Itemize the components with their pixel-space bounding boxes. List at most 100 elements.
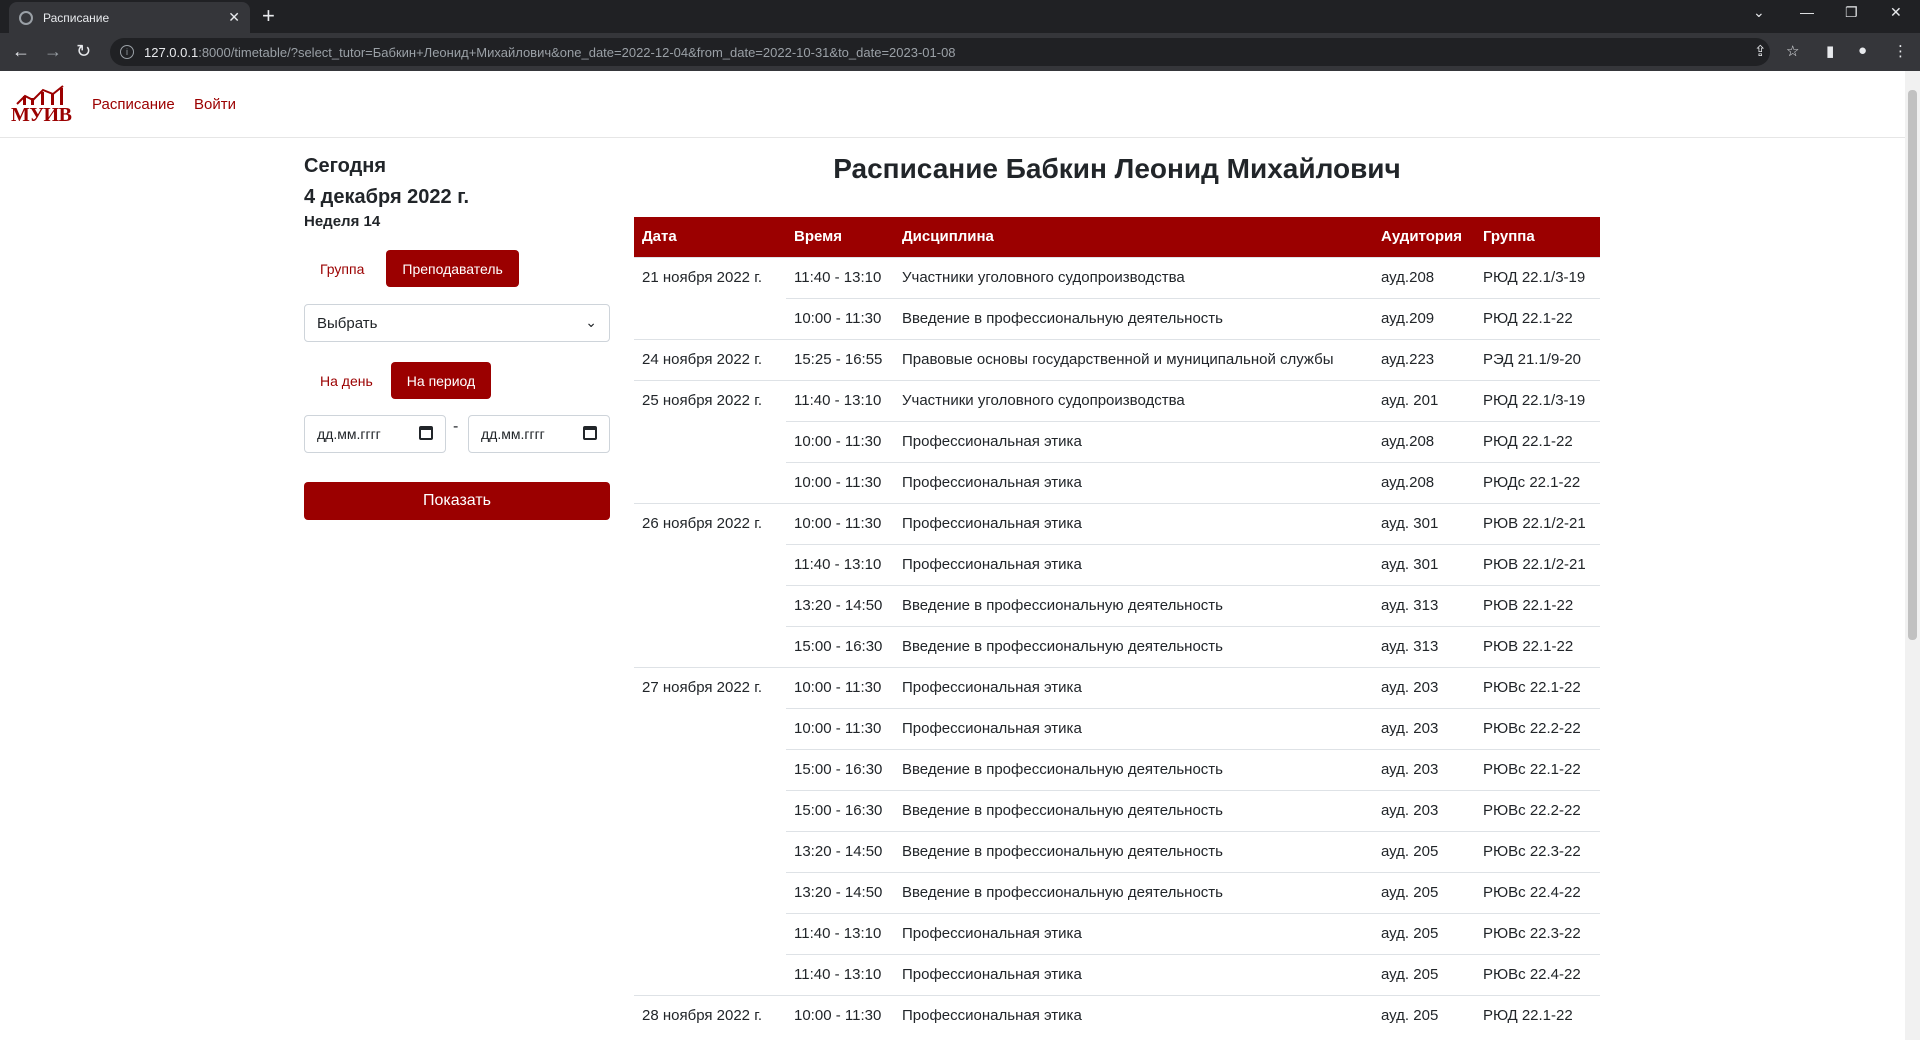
cell-time: 10:00 - 11:30 [786, 420, 894, 462]
cell-group: РЮД 22.1-22 [1475, 297, 1600, 339]
group-mode-button[interactable]: Группа [304, 250, 380, 287]
bookmark-star-icon[interactable]: ☆ [1786, 42, 1799, 60]
browser-toolbar: ← → ↻ i 127.0.0.1:8000/timetable/?select… [0, 33, 1920, 71]
site-navbar: МУИВ Расписание Войти [0, 71, 1905, 138]
cell-room: ауд. 201 [1373, 379, 1475, 421]
table-row: 11:40 - 13:10 Профессиональная этика ауд. … [634, 953, 1600, 995]
cell-discipline: Введение в профессиональную деятельность [894, 871, 1373, 913]
table-header-row: Дата Время Дисциплина Аудитория Группа [634, 217, 1600, 257]
cell-group: РЮД 22.1/3-19 [1475, 256, 1600, 298]
share-icon[interactable]: ⇪ [1754, 42, 1767, 60]
forward-icon[interactable]: → [44, 41, 62, 61]
side-panel-icon[interactable]: ▮ [1826, 42, 1834, 60]
cell-date [634, 749, 786, 790]
table-row: 13:20 - 14:50 Введение в профессиональную… [634, 830, 1600, 872]
address-bar[interactable]: i 127.0.0.1:8000/timetable/?select_tutor… [110, 38, 1770, 66]
cell-time: 11:40 - 13:10 [786, 379, 894, 421]
browser-tabbar: Расписание ✕ + ⌄ — ❐ ✕ [0, 0, 1920, 33]
cell-group: РЮВс 22.3-22 [1475, 830, 1600, 872]
cell-group: РЮВ 22.1/2-21 [1475, 543, 1600, 585]
cell-discipline: Профессиональная этика [894, 543, 1373, 585]
cell-group: РЮДс 22.1-22 [1475, 461, 1600, 503]
cell-time: 13:20 - 14:50 [786, 584, 894, 626]
muiv-logo[interactable]: МУИВ [11, 84, 72, 126]
calendar-icon[interactable] [583, 426, 597, 440]
cell-room: ауд. 205 [1373, 912, 1475, 954]
cell-group: РЮВс 22.2-22 [1475, 707, 1600, 749]
cell-discipline: Участники уголовного судопроизводства [894, 379, 1373, 421]
cell-date [634, 790, 786, 831]
close-tab-icon[interactable]: ✕ [228, 9, 240, 26]
page: МУИВ Расписание Войти Сегодня 4 декабря … [0, 71, 1905, 1040]
menu-icon[interactable]: ⋮ [1893, 42, 1908, 60]
cell-group: РЮВс 22.3-22 [1475, 912, 1600, 954]
cell-room: ауд. 203 [1373, 707, 1475, 749]
date-to-placeholder: дд.мм.гггг [481, 426, 545, 442]
table-row: 28 ноября 2022 г. 10:00 - 11:30 Профессион… [634, 994, 1600, 1036]
cell-time: 11:40 - 13:10 [786, 256, 894, 298]
cell-group: РЮВ 22.1-22 [1475, 625, 1600, 667]
cell-date: 27 ноября 2022 г. [634, 666, 786, 708]
close-window-icon[interactable]: ✕ [1890, 4, 1902, 21]
cell-time: 13:20 - 14:50 [786, 830, 894, 872]
url-host: 127.0.0.1 [144, 44, 199, 60]
cell-discipline: Профессиональная этика [894, 502, 1373, 544]
date-separator: - [453, 418, 459, 435]
cell-discipline: Профессиональная этика [894, 994, 1373, 1036]
cell-date [634, 462, 786, 503]
cell-room: ауд. 313 [1373, 584, 1475, 626]
tutor-select[interactable]: Выбрать ⌄ [304, 304, 610, 342]
restore-icon[interactable]: ❐ [1845, 4, 1858, 21]
table-row: 10:00 - 11:30 Профессиональная этика ауд. … [634, 707, 1600, 749]
table-row: 15:00 - 16:30 Введение в профессиональную… [634, 748, 1600, 790]
show-button[interactable]: Показать [304, 482, 610, 520]
cell-time: 11:40 - 13:10 [786, 912, 894, 954]
tutor-mode-button[interactable]: Преподаватель [386, 250, 519, 287]
cell-time: 11:40 - 13:10 [786, 543, 894, 585]
date-from-input[interactable]: дд.мм.гггг [304, 415, 446, 453]
cell-discipline: Введение в профессиональную деятельность [894, 625, 1373, 667]
cell-room: ауд.209 [1373, 297, 1475, 339]
table-row: 13:20 - 14:50 Введение в профессиональную… [634, 871, 1600, 913]
cell-group: РЮВс 22.1-22 [1475, 666, 1600, 708]
nav-link-login[interactable]: Войти [194, 96, 236, 113]
new-tab-icon[interactable]: + [262, 4, 275, 28]
table-body: 21 ноября 2022 г. 11:40 - 13:10 Участники … [634, 256, 1600, 1036]
sidebar: Сегодня 4 декабря 2022 г. Неделя 14 [304, 151, 610, 230]
period-mode-button[interactable]: На период [390, 362, 492, 399]
minimize-icon[interactable]: — [1800, 4, 1814, 20]
cell-room: ауд. 203 [1373, 666, 1475, 708]
day-mode-button[interactable]: На день [304, 362, 389, 399]
cell-date: 21 ноября 2022 г. [634, 256, 786, 298]
cell-date [634, 913, 786, 954]
cell-room: ауд. 203 [1373, 789, 1475, 831]
cell-discipline: Введение в профессиональную деятельность [894, 584, 1373, 626]
profile-icon[interactable]: ● [1858, 42, 1867, 59]
cell-group: РЮД 22.1/3-19 [1475, 379, 1600, 421]
cell-discipline: Введение в профессиональную деятельность [894, 748, 1373, 790]
cell-room: ауд. 203 [1373, 748, 1475, 790]
cell-room: ауд.223 [1373, 338, 1475, 380]
column-header-discipline: Дисциплина [902, 228, 994, 246]
table-row: 15:00 - 16:30 Введение в профессиональную… [634, 789, 1600, 831]
cell-time: 13:20 - 14:50 [786, 871, 894, 913]
nav-link-timetable[interactable]: Расписание [92, 96, 175, 113]
date-to-input[interactable]: дд.мм.гггг [468, 415, 610, 453]
tab-search-icon[interactable]: ⌄ [1753, 4, 1765, 21]
cell-time: 10:00 - 11:30 [786, 707, 894, 749]
cell-date [634, 626, 786, 667]
back-icon[interactable]: ← [12, 41, 30, 61]
cell-date: 24 ноября 2022 г. [634, 338, 786, 380]
logo-text: МУИВ [11, 104, 72, 126]
info-icon[interactable]: i [120, 45, 134, 59]
url-path: :8000/timetable/?select_tutor=Бабкин+Лео… [198, 44, 956, 60]
browser-tab[interactable]: Расписание ✕ [9, 2, 250, 33]
cell-time: 15:00 - 16:30 [786, 748, 894, 790]
cell-time: 10:00 - 11:30 [786, 666, 894, 708]
calendar-icon[interactable] [419, 426, 433, 440]
page-scrollbar-thumb[interactable] [1908, 90, 1917, 640]
cell-room: ауд.208 [1373, 420, 1475, 462]
cell-room: ауд. 205 [1373, 994, 1475, 1036]
cell-time: 10:00 - 11:30 [786, 502, 894, 544]
reload-icon[interactable]: ↻ [76, 41, 91, 61]
